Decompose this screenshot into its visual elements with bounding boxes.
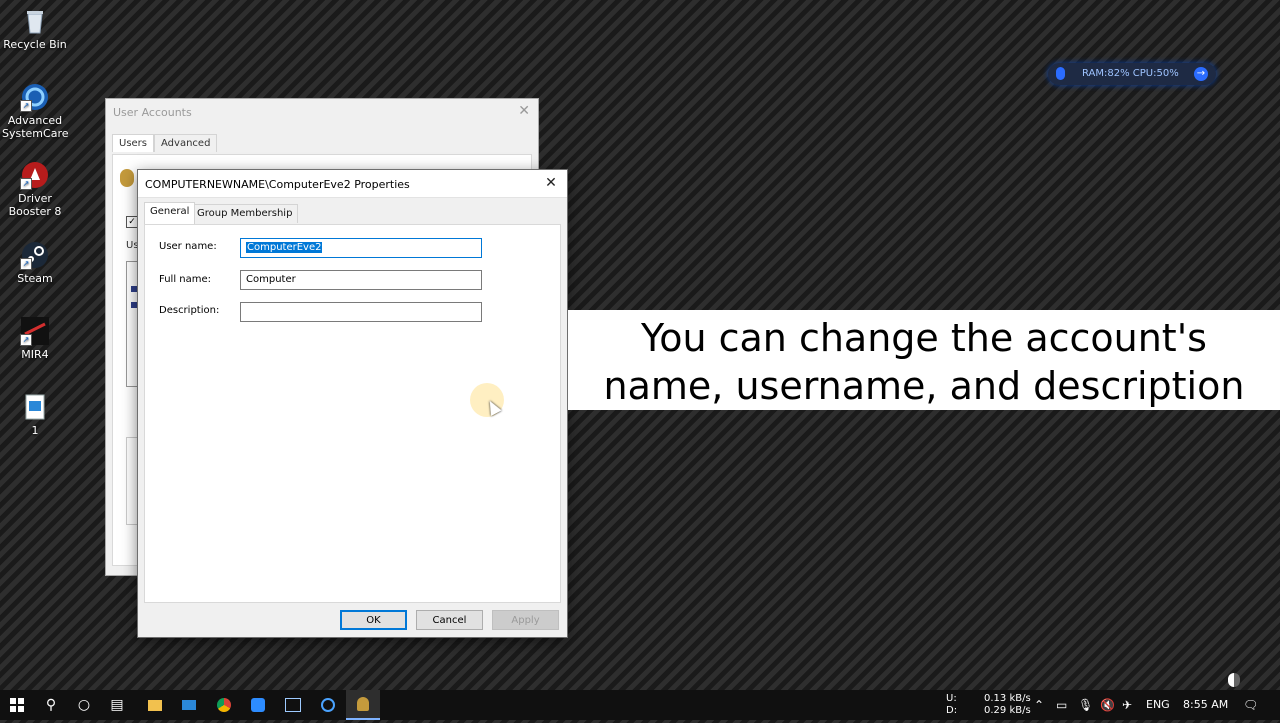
arrow-right-icon[interactable]: → — [1194, 67, 1208, 81]
desktop-icon-label: MIR4 — [21, 348, 49, 361]
file-icon — [20, 392, 50, 422]
network-icon[interactable]: ✈ — [1122, 698, 1132, 712]
description-label: Description: — [159, 305, 220, 316]
description-field[interactable] — [240, 302, 482, 322]
file-explorer-icon[interactable] — [138, 690, 172, 720]
zoom-icon[interactable] — [241, 690, 275, 720]
corner-logo-icon — [1228, 673, 1240, 687]
desktop-icon-driver-booster[interactable]: ↗ Driver Booster 8 — [2, 160, 68, 218]
desktop-icon-label: 1 — [31, 424, 39, 437]
desktop-icon-file-1[interactable]: 1 — [2, 392, 68, 437]
user-accounts-taskbar-icon[interactable] — [346, 690, 380, 720]
start-button[interactable] — [0, 690, 34, 720]
window-title: User Accounts — [113, 106, 192, 119]
desktop-icon-advanced-systemcare[interactable]: ↗ Advanced SystemCare — [2, 82, 69, 140]
fullname-label: Full name: — [159, 274, 212, 285]
caption-line-1: You can change the account's — [641, 316, 1207, 360]
device-icon[interactable]: ▭ — [1056, 698, 1067, 712]
user-properties-dialog: COMPUTERNEWNAME\ComputerEve2 Properties … — [137, 169, 568, 638]
desktop-icon-recycle-bin[interactable]: Recycle Bin — [2, 6, 68, 51]
tab-group-membership[interactable]: Group Membership — [191, 204, 299, 223]
language-indicator[interactable]: ENG — [1146, 699, 1170, 711]
user-accounts-tabs: Users Advanced — [112, 134, 218, 154]
dialog-title: COMPUTERNEWNAME\ComputerEve2 Properties — [145, 178, 410, 191]
notifications-icon[interactable]: 🗨 — [1243, 698, 1258, 712]
cortana-icon[interactable]: ○ — [67, 690, 101, 720]
general-tab-panel: User name: ComputerEve2 Full name: Compu… — [144, 224, 561, 603]
desktop-icon-label: Driver Booster 8 — [8, 192, 62, 218]
ram-cpu-widget[interactable]: RAM:82% CPU:50% → — [1048, 63, 1216, 85]
task-view-icon[interactable]: ▤ — [100, 690, 134, 720]
mail-icon[interactable] — [172, 690, 206, 720]
net-download-speed: 0.29 kB/s — [984, 705, 1031, 716]
close-icon[interactable]: ✕ — [518, 103, 530, 119]
search-icon[interactable]: ⚲ — [34, 690, 68, 720]
username-field[interactable]: ComputerEve2 — [240, 238, 482, 258]
desktop-icon-mir4[interactable]: ↗ MIR4 — [2, 316, 68, 361]
ram-cpu-readout: RAM:82% CPU:50% — [1082, 68, 1179, 79]
mir4-icon: ↗ — [20, 316, 50, 346]
desktop-icon-label: Steam — [17, 272, 53, 285]
chevron-up-icon[interactable]: ⌃ — [1034, 698, 1044, 712]
microphone-icon — [1056, 67, 1065, 80]
username-label: User name: — [159, 241, 217, 252]
fullname-value: Computer — [246, 274, 296, 285]
apply-button[interactable]: Apply — [492, 610, 559, 630]
cancel-button[interactable]: Cancel — [416, 610, 483, 630]
close-icon[interactable]: ✕ — [541, 174, 561, 192]
clock[interactable]: 8:55 AM — [1183, 699, 1228, 711]
caption-line-2: name, username, and description — [603, 364, 1245, 408]
desktop-icon-label: Recycle Bin — [3, 38, 67, 51]
advanced-systemcare-taskbar-icon[interactable] — [311, 690, 345, 720]
desktop-icon-steam[interactable]: ↗ Steam — [2, 240, 68, 285]
net-upload-speed: 0.13 kB/s — [984, 693, 1031, 704]
dialog-titlebar[interactable]: COMPUTERNEWNAME\ComputerEve2 Properties … — [138, 170, 567, 198]
cursor-highlight — [470, 383, 504, 417]
windows-icon — [10, 698, 24, 712]
username-value: ComputerEve2 — [246, 242, 323, 253]
net-upload-label: U: — [946, 693, 957, 704]
fullname-field[interactable]: Computer — [240, 270, 482, 290]
caption-overlay: You can change the account's name, usern… — [568, 310, 1280, 410]
photos-icon[interactable] — [276, 690, 310, 720]
net-download-label: D: — [946, 705, 958, 716]
tab-general[interactable]: General — [144, 202, 196, 224]
ok-button[interactable]: OK — [340, 610, 407, 630]
recycle-bin-icon — [20, 6, 50, 36]
driver-booster-icon: ↗ — [20, 160, 50, 190]
users-icon — [120, 169, 134, 187]
chrome-icon[interactable] — [207, 690, 241, 720]
tab-advanced[interactable]: Advanced — [154, 134, 218, 152]
taskbar: ⚲ ○ ▤ U: D: 0.13 kB/s 0.29 kB/s ⌃ ▭ 🎙 🔇 … — [0, 690, 1280, 720]
desktop-icon-label: Advanced SystemCare — [2, 114, 69, 140]
volume-muted-icon[interactable]: 🔇 — [1100, 698, 1115, 712]
microphone-tray-icon[interactable]: 🎙 — [1078, 698, 1093, 712]
tab-users[interactable]: Users — [112, 134, 155, 152]
advanced-systemcare-icon: ↗ — [20, 82, 50, 112]
steam-icon: ↗ — [20, 240, 50, 270]
